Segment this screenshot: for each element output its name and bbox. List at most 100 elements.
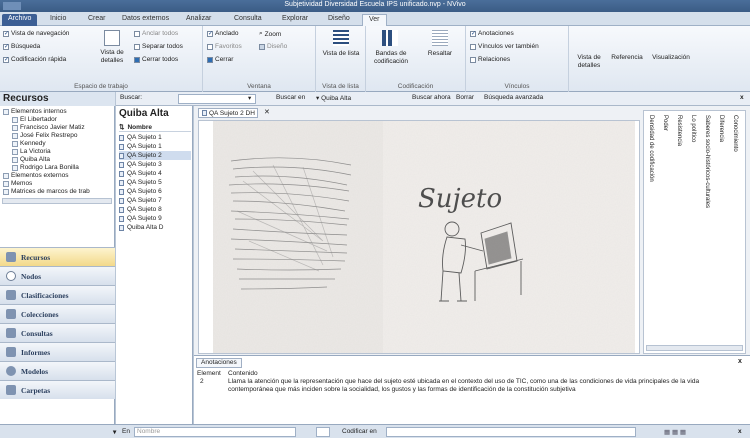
document-tab[interactable]: QA Sujeto 2 DH (198, 108, 258, 118)
coding-stripe-label[interactable]: Saberes socio-históricos-culturales (704, 115, 710, 208)
label: Matrices de marcos de trab (11, 188, 90, 195)
nav-button-colecciones[interactable]: Colecciones (0, 304, 115, 323)
nav-button-modelos[interactable]: Modelos (0, 361, 115, 380)
tab-anotaciones[interactable]: Anotaciones (196, 358, 242, 368)
checkbox-icon: ✓ (3, 30, 10, 37)
nav-button-informes[interactable]: Informes (0, 342, 115, 361)
chevron-down-icon[interactable]: ▾ (113, 428, 116, 436)
vinculos-ver-tambien-toggle[interactable]: Vínculos ver también (470, 43, 539, 50)
tab-consulta[interactable]: Consulta (228, 14, 268, 26)
list-item[interactable]: QA Sujeto 2 (119, 151, 191, 160)
referencia-button[interactable]: Referencia (608, 54, 646, 62)
horizontal-scrollbar[interactable] (646, 345, 743, 351)
browse-button[interactable] (316, 427, 330, 437)
tab-diseno[interactable]: Diseño (322, 14, 356, 26)
tab-archivo[interactable]: Archivo (2, 14, 38, 26)
nombre-field[interactable]: Nombre (134, 427, 296, 437)
list-item[interactable]: QA Sujeto 5 (119, 178, 191, 187)
tree-item[interactable]: Francisco Javier Matiz (12, 124, 85, 131)
list-item[interactable]: QA Sujeto 8 (119, 205, 191, 214)
close-icon[interactable]: x (738, 428, 742, 435)
list-item-label: QA Sujeto 1 (127, 143, 162, 150)
close-tab-icon[interactable]: ✕ (264, 108, 270, 116)
checkbox-icon: ✓ (470, 30, 477, 37)
tree-item[interactable]: Memos (3, 180, 32, 187)
document-icon (119, 161, 124, 168)
tree-item[interactable]: La Victoria (12, 148, 51, 155)
search-input[interactable] (178, 94, 256, 104)
tab-inicio[interactable]: Inicio (44, 14, 72, 26)
chevron-down-icon[interactable]: ▾ (248, 94, 251, 102)
label: Búsqueda (11, 43, 41, 50)
group-label: Vista de lista (322, 83, 359, 90)
document-canvas[interactable]: Sujeto (198, 120, 640, 354)
list-item[interactable]: QA Sujeto 3 (119, 160, 191, 169)
resaltar-button[interactable]: Resaltar (420, 50, 460, 58)
vista-de-lista-button[interactable]: Vista de lista (318, 50, 364, 58)
zoom-button[interactable]: ⌕ Zoom (259, 30, 281, 38)
tree-item[interactable]: Rodrigo Lara Bonilla (12, 164, 79, 171)
visualizacion-button[interactable]: Visualización (648, 54, 694, 62)
relaciones-toggle[interactable]: Relaciones (470, 56, 510, 63)
buscar-ahora-button[interactable]: Buscar ahora (412, 94, 451, 101)
codificar-en-field[interactable] (386, 427, 636, 437)
cerrar-button[interactable]: Cerrar (207, 56, 233, 63)
tab-ver[interactable]: Ver (362, 14, 387, 26)
anotaciones-toggle[interactable]: ✓ Anotaciones (470, 30, 514, 37)
list-item[interactable]: QA Sujeto 4 (119, 169, 191, 178)
anclar-todos-button[interactable]: Anclar todos (134, 30, 178, 37)
close-icon[interactable]: x (738, 358, 742, 365)
nav-button-nodos[interactable]: Nodos (0, 266, 115, 285)
group-vinculos: ✓ Anotaciones Vínculos ver también Relaci… (466, 26, 569, 92)
list-item[interactable]: QA Sujeto 1 (119, 133, 191, 142)
separar-todos-button[interactable]: Separar todos (134, 43, 183, 50)
bandas-de-codificacion-button[interactable]: Bandas de codificación (366, 50, 416, 66)
coding-stripe-label[interactable]: Diferencia (718, 115, 724, 142)
busqueda-avanzada-button[interactable]: Búsqueda avanzada (484, 94, 543, 101)
cerrar-todos-button[interactable]: Cerrar todos (134, 56, 178, 63)
codificacion-rapida-toggle[interactable]: ✓ Codificación rápida (3, 56, 66, 63)
buscar-en-button[interactable]: Buscar en (276, 94, 305, 101)
tab-crear[interactable]: Crear (82, 14, 112, 26)
favoritos-button[interactable]: Favoritos (207, 43, 242, 50)
list-item[interactable]: QA Sujeto 1 (119, 142, 191, 151)
list-item[interactable]: Quiba Alta D (119, 223, 191, 232)
diseno-button[interactable]: Diseño (259, 43, 287, 50)
list-item-label: QA Sujeto 7 (127, 197, 162, 204)
nav-button-recursos[interactable]: Recursos (0, 247, 115, 266)
tab-analizar[interactable]: Analizar (180, 14, 217, 26)
vista-navegacion-toggle[interactable]: ✓ Vista de navegación (3, 30, 69, 37)
close-icon[interactable]: x (740, 94, 744, 101)
tree-item[interactable]: El Libertador (12, 116, 57, 123)
tab-datos-externos[interactable]: Datos externos (116, 14, 175, 26)
vista-detalles-icon (104, 30, 120, 46)
coding-stripe-label[interactable]: Resistencia (676, 115, 682, 146)
code-buttons-icon[interactable]: ▦ ▦ ▦ (664, 428, 686, 436)
list-item[interactable]: QA Sujeto 7 (119, 196, 191, 205)
tree-item[interactable]: José Felix Restrepo (12, 132, 77, 139)
column-header-nombre[interactable]: ⇅ Nombre (119, 123, 191, 132)
horizontal-scrollbar[interactable] (2, 198, 112, 204)
nav-button-carpetas[interactable]: Carpetas (0, 380, 115, 399)
list-item[interactable]: QA Sujeto 6 (119, 187, 191, 196)
scope-dropdown[interactable]: ▾ Quiba Alta (316, 94, 351, 102)
vista-detalles-button[interactable]: Vista de detalles (95, 49, 129, 65)
tab-explorar[interactable]: Explorar (276, 14, 314, 26)
borrar-button[interactable]: Borrar (456, 94, 474, 101)
tree-item[interactable]: Kennedy (12, 140, 46, 147)
tree-item[interactable]: Matrices de marcos de trab (3, 188, 90, 195)
list-item[interactable]: QA Sujeto 9 (119, 214, 191, 223)
coding-stripe-label[interactable]: Densidad de codificación (648, 115, 654, 182)
coding-stripe-label[interactable]: Lo político (690, 115, 696, 142)
nav-button-consultas[interactable]: Consultas (0, 323, 115, 342)
tree-item[interactable]: Quiba Alta (12, 156, 50, 163)
busqueda-toggle[interactable]: ✓ Búsqueda (3, 43, 40, 50)
anclado-toggle[interactable]: ✓ Anclado (207, 30, 239, 37)
tree-item[interactable]: Elementos internos (3, 108, 67, 115)
coding-stripe-label[interactable]: Poder (662, 115, 668, 131)
coding-stripe-label[interactable]: Conocimiento (732, 115, 738, 152)
annotation-content[interactable]: Llama la atención que la representación … (228, 378, 728, 394)
tree-item[interactable]: Elementos externos (3, 172, 68, 179)
vista-de-detalles-button-2[interactable]: Vista de detalles (572, 54, 606, 70)
nav-button-clasificaciones[interactable]: Clasificaciones (0, 285, 115, 304)
